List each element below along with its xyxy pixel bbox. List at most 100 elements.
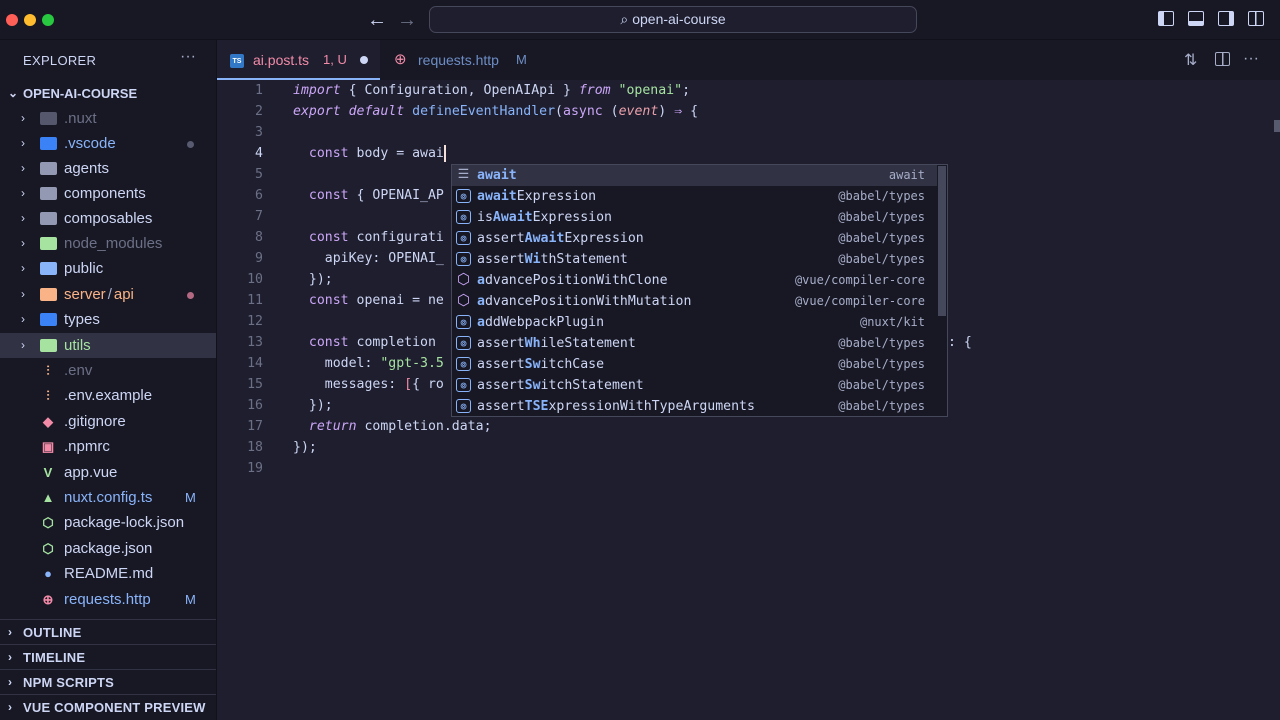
suggestion-item[interactable]: ⊚ assertTSExpressionWithTypeArguments @bab… — [452, 396, 937, 417]
suggestion-suffix: itchCase — [540, 357, 605, 372]
tab-label: requests.http — [418, 52, 499, 68]
back-arrow-icon[interactable]: ← — [367, 8, 387, 32]
compare-changes-icon[interactable]: ⇅ — [1184, 50, 1197, 70]
more-actions-icon[interactable]: ··· — [1243, 50, 1259, 68]
suggestion-match: await — [477, 189, 517, 204]
suggestion-item[interactable]: ⊚ assertWithStatement @babel/types — [452, 249, 937, 270]
suggestion-detail: @nuxt/kit — [859, 315, 925, 329]
minimize-window-button[interactable] — [24, 14, 36, 26]
code-line: const { OPENAI_AP — [293, 185, 444, 206]
function-icon: ⊚ — [456, 315, 471, 329]
tree-item-requests-http[interactable]: ⊕ requests.http M — [0, 587, 216, 612]
suggestion-item[interactable]: ⊚ addWebpackPlugin @nuxt/kit — [452, 312, 937, 333]
suggestion-match: Sw — [524, 357, 541, 372]
vertical-scrollbar[interactable] — [1270, 80, 1280, 720]
command-center-search[interactable]: ⌕ open-ai-course — [429, 6, 917, 33]
suggestion-suffix: Expression — [564, 231, 644, 246]
suggestion-item[interactable]: ⊚ assertSwitchStatement @babel/types — [452, 375, 937, 396]
path-separator: / — [107, 286, 112, 303]
suggest-scrollbar-thumb[interactable] — [938, 166, 946, 316]
function-icon: ⊚ — [456, 252, 471, 266]
zoom-window-button[interactable] — [42, 14, 54, 26]
tree-item-nuxt[interactable]: › .nuxt — [0, 106, 216, 131]
tab-requests-http[interactable]: ⊕ requests.http M — [380, 40, 540, 80]
chevron-right-icon: › — [8, 675, 13, 689]
suggestion-item[interactable]: ⊚ isAwaitExpression @babel/types — [452, 207, 937, 228]
suggestion-item[interactable]: ☰ await await — [452, 165, 937, 186]
tree-item-utils[interactable]: › utils — [0, 333, 216, 358]
suggestion-item[interactable]: ⊚ assertAwaitExpression @babel/types — [452, 228, 937, 249]
split-editor-icon[interactable] — [1215, 52, 1230, 66]
suggestion-label: isAwaitExpression — [477, 207, 612, 228]
code-line: const configurati — [293, 227, 444, 248]
tree-item-server-api[interactable]: › server / api — [0, 282, 216, 307]
folder-icon — [40, 162, 57, 175]
suggestion-suffix: xpressionWithTypeArguments — [548, 399, 755, 414]
line-number: 9 — [255, 251, 263, 266]
tree-item-types[interactable]: › types — [0, 307, 216, 332]
suggestion-item[interactable]: ⬡ advancePositionWithClone @vue/compiler-c… — [452, 270, 937, 291]
section-label: VUE COMPONENT PREVIEW — [23, 700, 206, 715]
code-token: messages: — [293, 377, 405, 392]
workspace-root-label: OPEN-AI-COURSE — [23, 86, 138, 101]
tree-item-package-json[interactable]: ⬡ package.json — [0, 536, 216, 561]
more-actions-icon[interactable]: ··· — [180, 48, 196, 66]
suggestion-item[interactable]: ⊚ assertWhileStatement @babel/types — [452, 333, 937, 354]
vscode-folder-icon — [40, 137, 57, 150]
chevron-right-icon: › — [21, 186, 25, 200]
tree-item-nuxt-config[interactable]: ▲ nuxt.config.ts M — [0, 485, 216, 510]
toggle-secondary-sidebar-icon[interactable] — [1218, 11, 1234, 26]
tree-item-env[interactable]: ⫶ .env — [0, 358, 216, 383]
suggestion-item[interactable]: ⊚ awaitExpression @babel/types — [452, 186, 937, 207]
tree-item-vscode[interactable]: › .vscode — [0, 131, 216, 156]
function-icon: ⊚ — [456, 399, 471, 413]
typescript-icon: TS — [230, 54, 244, 68]
line-number: 4 — [255, 146, 263, 161]
tree-item-label: .env.example — [64, 387, 153, 404]
toggle-panel-icon[interactable] — [1188, 11, 1204, 26]
suggestion-label: addWebpackPlugin — [477, 312, 604, 333]
tree-item-readme[interactable]: ● README.md — [0, 561, 216, 586]
tab-ai-post-ts[interactable]: TS ai.post.ts 1, U — [217, 40, 380, 80]
chevron-right-icon: › — [21, 236, 25, 250]
settings-file-icon: ⫶ — [46, 388, 50, 403]
workspace-root[interactable]: ⌄ OPEN-AI-COURSE — [0, 81, 216, 106]
tree-item-components[interactable]: › components — [0, 181, 216, 206]
function-icon: ⊚ — [456, 189, 471, 203]
code-line: messages: [{ ro — [293, 374, 444, 395]
tree-item-env-example[interactable]: ⫶ .env.example — [0, 383, 216, 408]
suggestion-detail: @babel/types — [838, 336, 925, 350]
suggestion-label: assertSwitchCase — [477, 354, 604, 375]
close-window-button[interactable] — [6, 14, 18, 26]
search-text: open-ai-course — [632, 11, 726, 27]
tree-item-label: nuxt.config.ts — [64, 489, 153, 506]
section-label: TIMELINE — [23, 650, 86, 665]
folder-icon — [40, 187, 57, 200]
tree-item-package-lock[interactable]: ⬡ package-lock.json — [0, 510, 216, 535]
code-token: ⇒ — [674, 104, 683, 119]
code-token: model: — [293, 356, 381, 371]
section-npm-scripts[interactable]: › NPM SCRIPTS — [0, 669, 216, 694]
suggestion-item[interactable]: ⊚ assertSwitchCase @babel/types — [452, 354, 937, 375]
suggestion-prefix: assert — [477, 378, 525, 393]
suggestion-match: Await — [524, 231, 565, 246]
forward-arrow-icon[interactable]: → — [397, 8, 417, 32]
customize-layout-icon[interactable] — [1248, 11, 1264, 26]
section-timeline[interactable]: › TIMELINE — [0, 644, 216, 669]
tree-item-agents[interactable]: › agents — [0, 156, 216, 181]
toggle-primary-sidebar-icon[interactable] — [1158, 11, 1174, 26]
code-token: from — [578, 83, 611, 98]
tree-item-npmrc[interactable]: ▣ .npmrc — [0, 434, 216, 459]
tree-item-composables[interactable]: › composables — [0, 206, 216, 231]
tree-item-public[interactable]: › public — [0, 256, 216, 281]
line-number: 17 — [247, 419, 263, 434]
suggestion-item[interactable]: ⬡ advancePositionWithMutation @vue/compile… — [452, 291, 937, 312]
unsaved-dot-icon[interactable] — [360, 56, 368, 64]
code-token: event — [618, 104, 659, 119]
tree-item-node-modules[interactable]: › node_modules — [0, 231, 216, 256]
tree-item-gitignore[interactable]: ◆ .gitignore — [0, 409, 216, 434]
section-outline[interactable]: › OUTLINE — [0, 619, 216, 644]
section-vue-component-preview[interactable]: › VUE COMPONENT PREVIEW — [0, 694, 216, 719]
tree-item-app-vue[interactable]: V app.vue — [0, 460, 216, 485]
line-number: 2 — [255, 104, 263, 119]
